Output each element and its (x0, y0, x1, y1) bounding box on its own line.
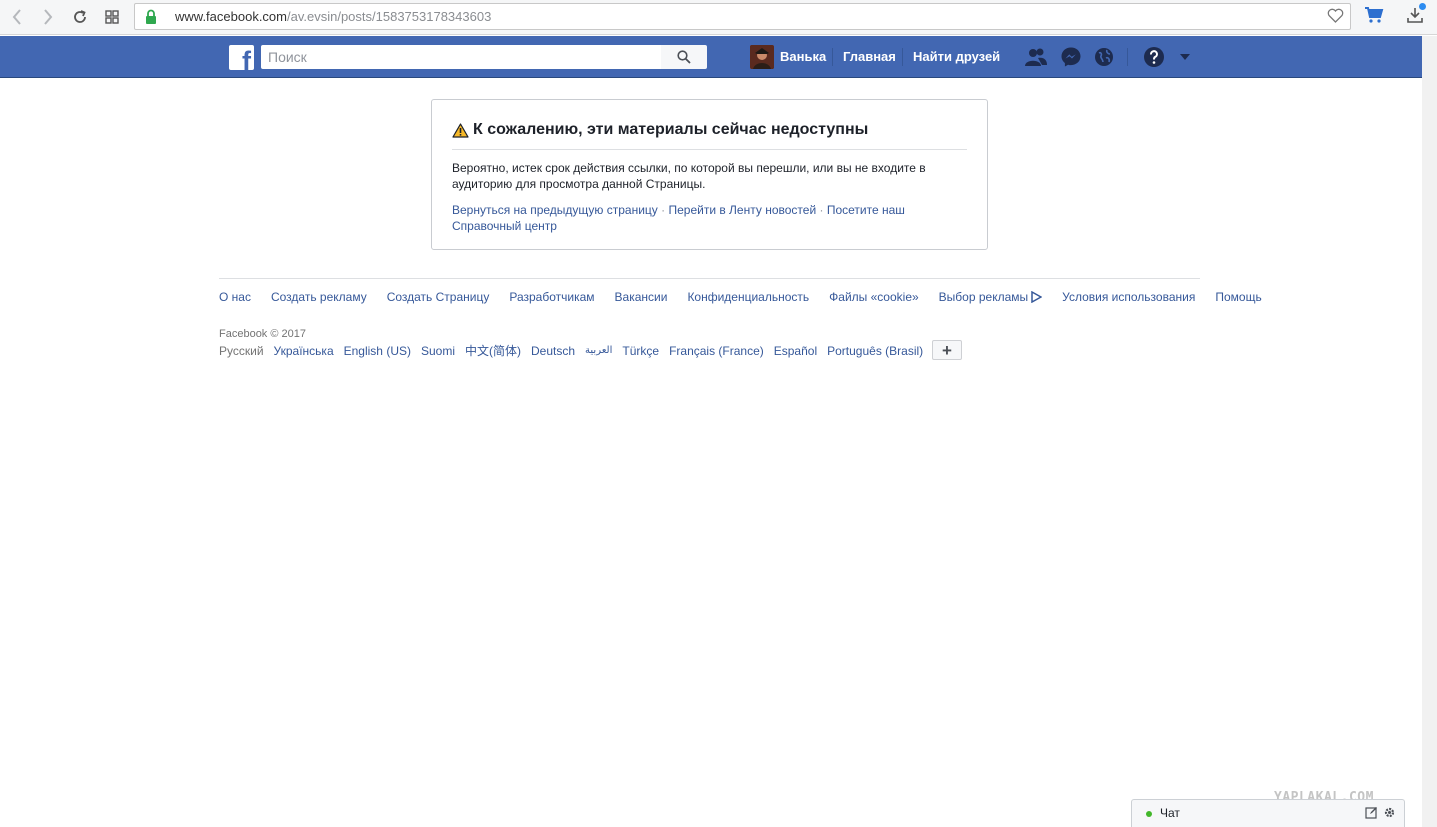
messenger-icon (1061, 47, 1081, 67)
divider (1127, 48, 1128, 66)
globe-icon (1095, 48, 1113, 66)
footer-link-careers[interactable]: Вакансии (615, 290, 668, 304)
footer-link-ad-choices[interactable]: Выбор рекламы (939, 290, 1028, 304)
address-bar[interactable]: www.facebook.com/av.evsin/posts/15837531… (134, 3, 1351, 30)
footer-link-create-page[interactable]: Создать Страницу (387, 290, 490, 304)
content-unavailable-card: К сожалению, эти материалы сейчас недост… (431, 99, 988, 250)
error-description: Вероятно, истек срок действия ссылки, по… (452, 161, 926, 191)
avatar[interactable] (750, 45, 774, 69)
back-link[interactable]: Вернуться на предыдущую страницу (452, 203, 658, 217)
search-button[interactable] (661, 45, 707, 69)
compose-icon[interactable] (1365, 806, 1378, 819)
error-header: К сожалению, эти материалы сейчас недост… (452, 121, 868, 139)
search-input[interactable] (261, 45, 661, 69)
gear-icon[interactable] (1383, 806, 1396, 819)
language-option[interactable]: Українська (274, 344, 334, 358)
find-friends-link[interactable]: Найти друзей (913, 49, 1000, 64)
reload-button[interactable] (69, 6, 91, 28)
caret-down-icon (1180, 54, 1190, 60)
browser-toolbar: www.facebook.com/av.evsin/posts/15837531… (0, 0, 1437, 35)
error-links: Вернуться на предыдущую страницу · Перей… (452, 202, 952, 234)
footer-link-help[interactable]: Помощь (1215, 290, 1261, 304)
footer-link-create-ad[interactable]: Создать рекламу (271, 290, 367, 304)
language-option[interactable]: Deutsch (531, 344, 575, 358)
footer-links: О нас Создать рекламу Создать Страницу Р… (219, 290, 1282, 304)
heart-icon[interactable] (1327, 8, 1344, 24)
back-button[interactable] (6, 6, 28, 28)
forward-button[interactable] (37, 6, 59, 28)
divider (902, 48, 903, 66)
messages-button[interactable] (1059, 45, 1083, 69)
warning-icon (452, 122, 469, 138)
url-text: www.facebook.com/av.evsin/posts/15837531… (175, 9, 491, 24)
language-option[interactable]: Português (Brasil) (827, 344, 923, 358)
chat-bar[interactable]: Чат (1131, 799, 1405, 827)
language-current: Русский (219, 343, 264, 358)
chevron-left-icon (12, 9, 21, 25)
error-title: К сожалению, эти материалы сейчас недост… (473, 121, 869, 138)
friends-icon (1025, 48, 1047, 66)
language-option[interactable]: Español (774, 344, 817, 358)
avatar-image (750, 45, 774, 69)
account-menu-button[interactable] (1173, 45, 1197, 69)
language-option[interactable]: Suomi (421, 344, 455, 358)
question-icon (1144, 47, 1164, 67)
footer-link-terms[interactable]: Условия использования (1062, 290, 1195, 304)
url-path: /av.evsin/posts/1583753178343603 (287, 9, 492, 24)
footer-link-cookies[interactable]: Файлы «cookie» (829, 290, 919, 304)
search-icon (677, 50, 691, 64)
footer-link-about[interactable]: О нас (219, 290, 251, 304)
divider (832, 48, 833, 66)
news-feed-link[interactable]: Перейти в Ленту новостей (668, 203, 816, 217)
footer-link-developers[interactable]: Разработчикам (509, 290, 594, 304)
language-option[interactable]: English (US) (344, 344, 411, 358)
home-link[interactable]: Главная (843, 49, 896, 64)
facebook-header: f Ванька Главная Найти друзей (0, 36, 1422, 78)
footer-divider (219, 278, 1200, 279)
link-separator: · (816, 203, 827, 217)
lock-icon (146, 9, 156, 24)
scrollbar-track[interactable] (1422, 36, 1437, 827)
help-button[interactable] (1142, 45, 1166, 69)
online-status-dot (1146, 811, 1152, 817)
language-option[interactable]: Türkçe (622, 344, 659, 358)
ad-choices-icon (1031, 291, 1043, 303)
language-option[interactable]: العربية (585, 345, 612, 356)
url-host: www.facebook.com (175, 9, 287, 24)
profile-link[interactable]: Ванька (780, 49, 826, 64)
notifications-button[interactable] (1092, 45, 1116, 69)
footer-link-privacy[interactable]: Конфиденциальность (687, 290, 809, 304)
download-notification-dot (1419, 3, 1426, 10)
reload-icon (74, 10, 86, 23)
chat-label: Чат (1160, 806, 1180, 820)
link-separator: · (657, 203, 669, 217)
cart-icon[interactable] (1364, 6, 1384, 24)
divider (452, 149, 967, 150)
grid-icon (105, 10, 119, 24)
language-selector: Русский Українська English (US) Suomi 中文… (219, 342, 933, 359)
language-option[interactable]: 中文(简体) (465, 342, 521, 359)
facebook-logo[interactable]: f (229, 45, 254, 70)
tabs-grid-button[interactable] (101, 6, 123, 28)
language-option[interactable]: Français (France) (669, 344, 764, 358)
more-languages-button[interactable]: + (932, 340, 962, 360)
copyright: Facebook © 2017 (219, 328, 306, 340)
chevron-right-icon (44, 9, 53, 25)
friend-requests-button[interactable] (1024, 45, 1048, 69)
